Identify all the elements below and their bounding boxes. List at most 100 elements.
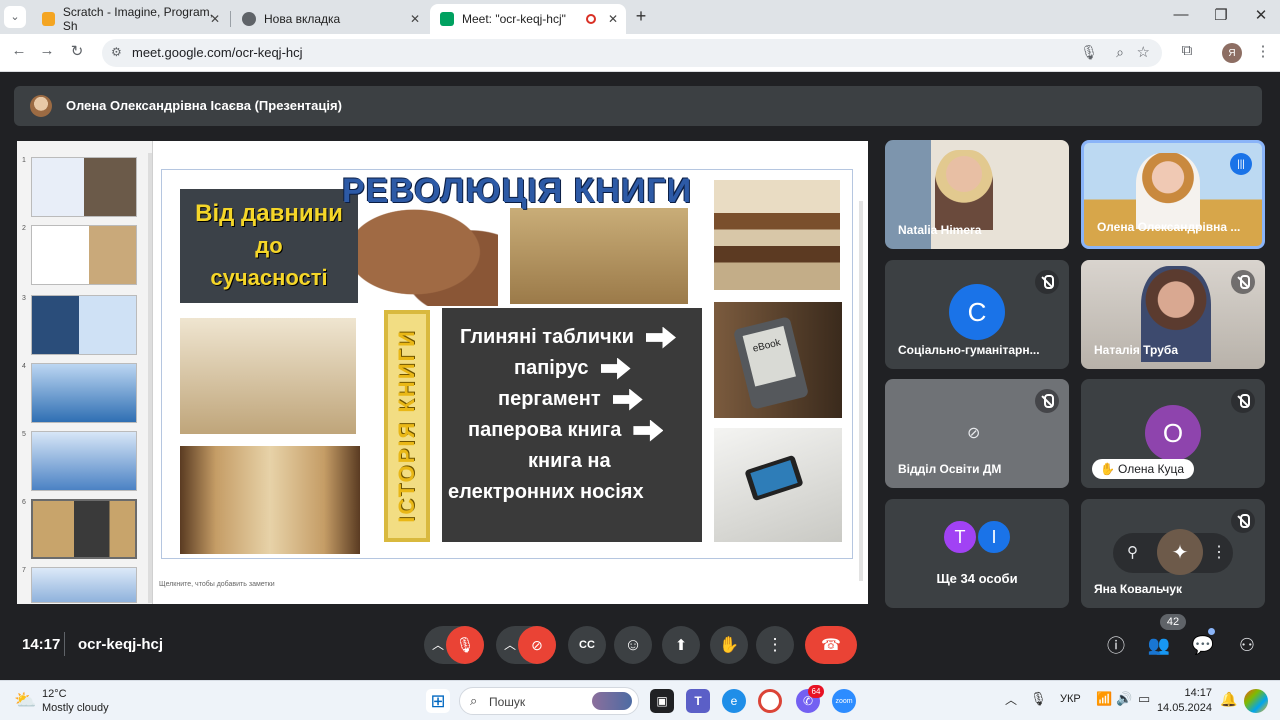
menu-icon[interactable]: ⋮ xyxy=(1252,42,1274,60)
avatar: Т xyxy=(942,519,978,555)
tile-actions: ⚲ ✦ ⋮ xyxy=(1113,529,1233,575)
edge-icon[interactable]: e xyxy=(722,689,746,713)
volume-icon[interactable]: 🔊 xyxy=(1116,691,1132,707)
notification-badge: 64 xyxy=(808,685,824,698)
people-icon[interactable]: 👥 xyxy=(1146,632,1172,658)
profile-avatar[interactable]: Я xyxy=(1222,43,1242,63)
close-icon[interactable]: ✕ xyxy=(210,12,220,26)
more-options-button[interactable]: ⋮ xyxy=(756,626,794,664)
wifi-icon[interactable]: 📶 xyxy=(1096,691,1112,707)
clock-time[interactable]: 14:17 xyxy=(1160,687,1212,699)
arrow-right-icon xyxy=(633,419,664,442)
slide-thumbnail-current[interactable] xyxy=(31,499,137,559)
chevron-up-icon[interactable]: ︿ xyxy=(432,636,444,653)
emoji-button[interactable]: ☺ xyxy=(614,626,652,664)
search-box[interactable]: ⌕ Пошук xyxy=(459,687,639,715)
window-close-icon[interactable]: ✕ xyxy=(1250,6,1272,24)
teams-icon[interactable]: T xyxy=(686,689,710,713)
chrome-favicon-icon xyxy=(242,12,256,26)
reload-icon[interactable]: ↻ xyxy=(66,42,88,60)
tab-separator xyxy=(230,11,231,27)
tab-search-icon[interactable]: ⌄ xyxy=(4,6,26,28)
info-icon[interactable]: ⓘ xyxy=(1103,632,1129,658)
microphone-icon[interactable]: 🎙 xyxy=(1080,44,1098,61)
clay-tablet-image xyxy=(358,198,498,306)
activities-icon[interactable]: ⚇ xyxy=(1234,632,1260,658)
extensions-icon[interactable]: ⧉ xyxy=(1176,42,1198,59)
thumbnail-scrollbar[interactable] xyxy=(148,153,152,603)
notification-bell-icon[interactable]: 🔔 xyxy=(1220,691,1237,708)
participant-tile[interactable]: Natalia Himera xyxy=(885,140,1069,249)
captions-button[interactable]: CC xyxy=(568,626,606,664)
task-view-icon[interactable]: ▣ xyxy=(650,689,674,713)
battery-icon[interactable]: ▭ xyxy=(1138,691,1150,707)
mic-off-button[interactable]: 🎙 xyxy=(446,626,484,664)
slide-thumbnail[interactable] xyxy=(31,295,137,355)
raise-hand-button[interactable]: ✋ xyxy=(710,626,748,664)
close-icon[interactable]: ✕ xyxy=(608,12,618,26)
forward-icon[interactable]: → xyxy=(36,42,58,59)
weather-text[interactable]: Mostly cloudy xyxy=(42,702,109,714)
url-text[interactable]: meet.google.com/ocr-keqj-hcj xyxy=(132,45,303,60)
zoom-icon[interactable]: ⌕ xyxy=(1116,44,1124,61)
muted-mic-icon xyxy=(1231,270,1255,294)
history-list: Глиняні таблички папірус пергамент папер… xyxy=(442,308,702,542)
scratch-favicon-icon xyxy=(42,12,55,26)
pin-icon[interactable]: ⚲ xyxy=(1127,543,1138,561)
participant-name: Соціально-гуманітарн... xyxy=(898,343,1040,357)
sparkle-icon[interactable]: ✦ xyxy=(1157,529,1203,575)
minimize-icon[interactable]: — xyxy=(1170,6,1192,23)
chrome-icon[interactable] xyxy=(758,689,782,713)
tab-title: Meet: "ocr-keqj-hcj" xyxy=(462,12,566,26)
ages-line: Від давнини xyxy=(195,200,343,227)
zoom-app-icon[interactable]: zoom xyxy=(832,689,856,713)
chevron-up-icon[interactable]: ︿ xyxy=(1005,691,1017,708)
weather-icon[interactable]: ⛅ xyxy=(14,690,36,711)
clock-date[interactable]: 14.05.2024 xyxy=(1152,702,1212,714)
tab-meet[interactable]: Meet: "ocr-keqj-hcj" ✕ xyxy=(430,4,626,34)
chat-icon[interactable]: 💬 xyxy=(1190,632,1216,658)
tab-scratch[interactable]: Scratch - Imagine, Program, Sh ✕ xyxy=(32,4,228,34)
bookmark-star-icon[interactable]: ☆ xyxy=(1137,43,1150,61)
chevron-up-icon[interactable]: ︿ xyxy=(504,636,516,653)
language-indicator[interactable]: УКР xyxy=(1060,693,1081,705)
tab-new-tab[interactable]: Нова вкладка ✕ xyxy=(232,4,428,34)
arrow-right-icon xyxy=(612,388,643,411)
participant-count-badge: 42 xyxy=(1160,614,1186,630)
avatar xyxy=(30,95,52,117)
slide-thumbnail[interactable] xyxy=(31,225,137,285)
slide-scrollbar[interactable] xyxy=(859,201,863,581)
notes-hint[interactable]: Щелкните, чтобы добавить заметки xyxy=(159,581,275,588)
tab-title: Нова вкладка xyxy=(264,12,341,26)
slide-thumbnail[interactable] xyxy=(31,363,137,423)
present-button[interactable]: ⬆ xyxy=(662,626,700,664)
new-tab-icon[interactable]: + xyxy=(630,6,652,27)
slide-thumbnail[interactable] xyxy=(31,431,137,491)
participant-video xyxy=(1136,153,1200,229)
slide-thumbnail[interactable] xyxy=(31,157,137,217)
participant-tile[interactable]: Наталія Труба xyxy=(1081,260,1265,369)
leave-call-button[interactable]: ☎ xyxy=(805,626,857,664)
slide-thumbnail[interactable] xyxy=(31,567,137,603)
tab-title: Scratch - Imagine, Program, Sh xyxy=(62,5,213,33)
windows-start-icon[interactable]: ⊞ xyxy=(426,689,450,713)
meeting-time: 14:17 xyxy=(22,636,61,653)
back-icon[interactable]: ← xyxy=(8,42,30,59)
close-icon[interactable]: ✕ xyxy=(410,12,420,26)
microphone-icon[interactable]: 🎙 xyxy=(1030,691,1047,707)
participant-tile[interactable]: С Соціально-гуманітарн... xyxy=(885,260,1069,369)
others-tile[interactable]: Т І Ще 34 особи xyxy=(885,499,1069,608)
participant-tile-speaking[interactable]: ||| Олена Олександрівна ... xyxy=(1081,140,1265,249)
copilot-icon[interactable] xyxy=(1244,689,1268,713)
ebook-label: eBook xyxy=(742,325,796,387)
maximize-icon[interactable]: ❐ xyxy=(1210,6,1232,24)
camera-off-button[interactable]: ⊘ xyxy=(518,626,556,664)
participant-tile[interactable]: ⊘ Відділ Освіти ДМ xyxy=(885,379,1069,488)
site-info-icon[interactable]: ⚙ xyxy=(111,45,122,59)
manuscript-image xyxy=(180,446,360,554)
address-bar[interactable]: ⚙ meet.google.com/ocr-keqj-hcj 🎙 ⌕ ☆ xyxy=(102,39,1162,67)
participant-tile[interactable]: О ✋ Олена Куца xyxy=(1081,379,1265,488)
weather-temp[interactable]: 12°C xyxy=(42,688,67,700)
participant-tile[interactable]: ⚲ ✦ ⋮ Яна Ковальчук xyxy=(1081,499,1265,608)
more-icon[interactable]: ⋮ xyxy=(1211,542,1227,562)
